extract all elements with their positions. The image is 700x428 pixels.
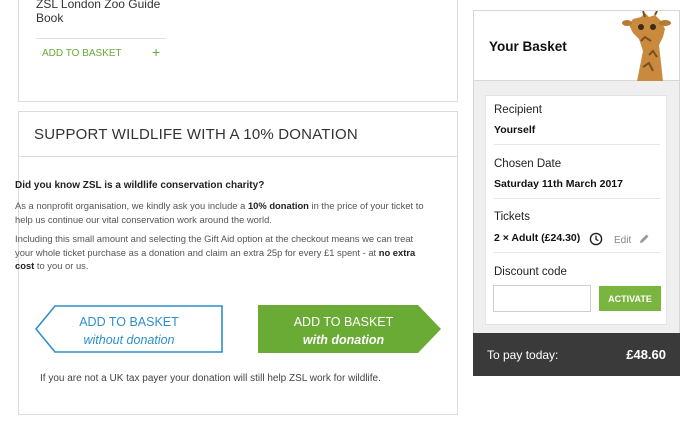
add-with-donation-button[interactable]: ADD TO BASKET with donation xyxy=(258,305,441,353)
button-sublabel: without donation xyxy=(83,333,175,347)
divider xyxy=(494,144,660,145)
tickets-label: Tickets xyxy=(494,211,530,223)
date-value: Saturday 11th March 2017 xyxy=(494,178,623,190)
discount-label: Discount code xyxy=(494,266,567,278)
edit-label: Edit xyxy=(614,235,632,246)
giraffe-image xyxy=(622,11,671,81)
divider xyxy=(36,38,166,39)
recipient-label: Recipient xyxy=(494,104,542,116)
recipient-value: Yourself xyxy=(494,124,536,136)
button-sublabel: with donation xyxy=(302,333,385,347)
donation-paragraph-2: Including this small amount and selectin… xyxy=(15,232,425,273)
clock-icon[interactable] xyxy=(589,232,603,246)
add-to-basket-link[interactable]: ADD TO BASKET xyxy=(42,48,122,59)
basket-header: Your Basket xyxy=(474,11,679,81)
p2-text-end: to you or us. xyxy=(34,260,89,271)
donation-paragraph-1: As a nonprofit organisation, we kindly a… xyxy=(15,199,425,226)
p1-bold: 10% donation xyxy=(247,200,309,211)
discount-code-input[interactable] xyxy=(493,285,591,312)
donation-body: Did you know ZSL is a wildlife conservat… xyxy=(15,180,425,273)
edit-tickets-button[interactable]: Edit xyxy=(614,233,650,246)
date-label: Chosen Date xyxy=(494,158,562,170)
donation-question: Did you know ZSL is a wildlife conservat… xyxy=(15,180,265,191)
donation-heading: SUPPORT WILDLIFE WITH A 10% DONATION xyxy=(19,112,457,157)
p2-text: Including this small amount and selectin… xyxy=(15,233,414,258)
pencil-icon xyxy=(640,234,649,243)
divider xyxy=(494,252,660,253)
add-without-donation-button[interactable]: ADD TO BASKET without donation xyxy=(35,305,223,353)
button-label: ADD TO BASKET xyxy=(79,315,179,329)
p1-text: As a nonprofit organisation, we kindly a… xyxy=(15,200,248,211)
to-pay-amount: £48.60 xyxy=(626,347,666,362)
tickets-value: 2 × Adult (£24.30) xyxy=(494,232,581,244)
divider xyxy=(494,198,660,199)
tax-note: If you are not a UK tax payer your donat… xyxy=(40,373,381,384)
basket-panel: Your Basket Recipient Yourself Chosen Da… xyxy=(473,10,680,376)
basket-details: Recipient Yourself Chosen Date Saturday … xyxy=(485,95,667,325)
activate-button[interactable]: ACTIVATE xyxy=(599,286,661,311)
to-pay-bar: To pay today: £48.60 xyxy=(473,333,680,376)
button-label: ADD TO BASKET xyxy=(293,315,394,329)
plus-icon[interactable]: + xyxy=(152,44,160,60)
basket-title: Your Basket xyxy=(489,39,567,54)
product-title: ZSL London Zoo Guide Book xyxy=(36,0,161,25)
to-pay-label: To pay today: xyxy=(487,348,559,362)
